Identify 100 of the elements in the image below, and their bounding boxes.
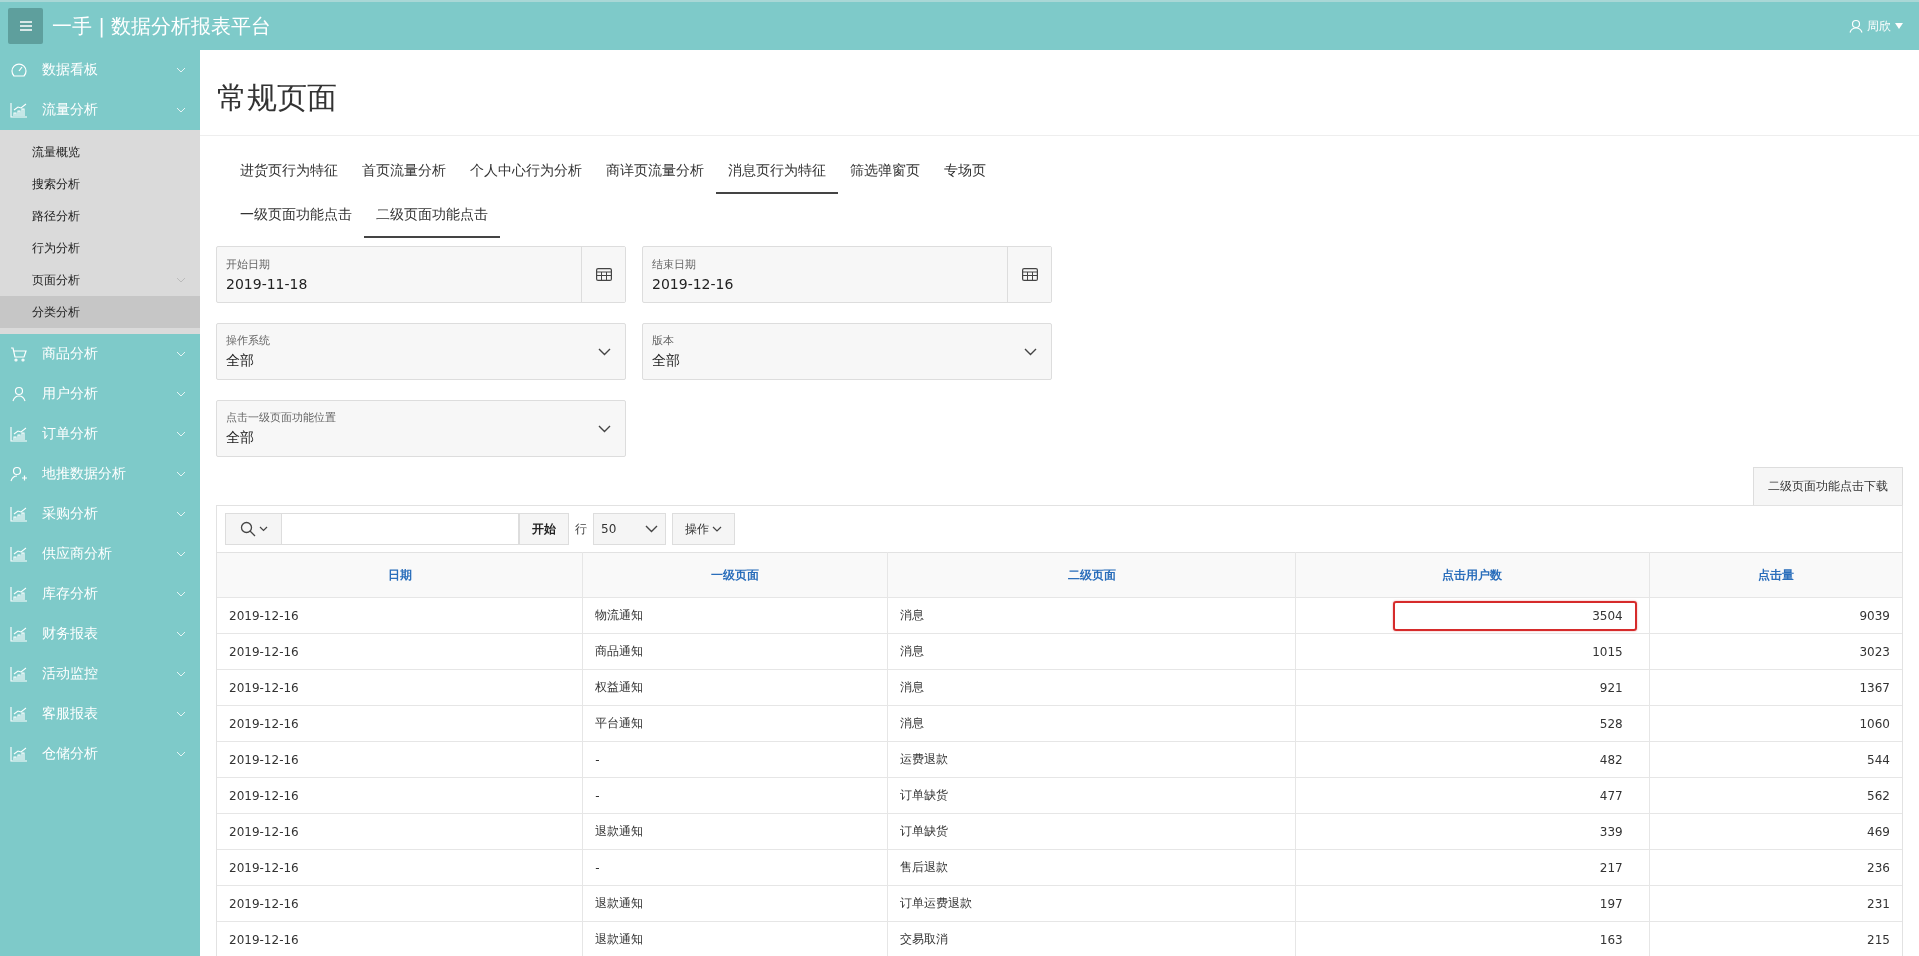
submenu-item[interactable]: 行为分析	[0, 232, 200, 264]
chevron-icon	[176, 107, 186, 113]
select-field[interactable]: 点击一级页面功能位置 全部	[216, 400, 626, 457]
table-cell: 2019-12-16	[217, 705, 583, 742]
tab[interactable]: 商详页流量分析	[594, 150, 716, 194]
chevron-icon	[712, 526, 722, 532]
user-icon	[10, 386, 28, 402]
add-user-icon	[10, 466, 28, 482]
table-cell: 2019-12-16	[217, 633, 583, 670]
table-cell: 订单缺货	[887, 777, 1296, 814]
chevron-icon	[598, 424, 611, 433]
rows-per-page-select[interactable]: 50	[593, 513, 666, 545]
table-cell: 订单运费退款	[887, 885, 1296, 922]
submenu-item[interactable]: 流量概览	[0, 136, 200, 168]
table-cell-text: 217	[1598, 859, 1624, 877]
chevron-icon	[1024, 347, 1037, 356]
table-cell-text: 528	[1598, 715, 1624, 733]
table-cell-text: 197	[1598, 895, 1624, 913]
rows-label: 行	[575, 520, 587, 538]
table-cell: 2019-12-16	[217, 741, 583, 778]
bar-chart-icon	[10, 626, 28, 642]
bar-chart-icon	[10, 546, 28, 562]
calendar-icon	[1021, 268, 1038, 281]
table-cell: 运费退款	[887, 741, 1296, 778]
tab[interactable]: 进货页行为特征	[228, 150, 350, 194]
table-cell: -	[582, 849, 888, 886]
table-cell: 退款通知	[582, 885, 888, 922]
tab[interactable]: 首页流量分析	[350, 150, 458, 194]
tab[interactable]: 个人中心行为分析	[458, 150, 594, 194]
search-icon	[239, 521, 256, 537]
column-header[interactable]: 二级页面	[887, 552, 1296, 598]
chevron-icon	[176, 551, 186, 557]
gauge-icon	[10, 62, 28, 78]
menu-icon	[19, 21, 32, 31]
select-field[interactable]: 版本 全部	[642, 323, 1052, 380]
chevron-icon	[176, 351, 186, 357]
table-cell: 2019-12-16	[217, 669, 583, 706]
tab[interactable]: 二级页面功能点击	[364, 194, 500, 238]
table-cell: 权益通知	[582, 669, 888, 706]
table-cell-text: 163	[1598, 931, 1624, 949]
table-cell-text: 1015	[1591, 643, 1624, 661]
caret-icon	[1895, 23, 1903, 29]
table-cell: 物流通知	[582, 597, 888, 634]
chevron-icon	[176, 67, 186, 73]
chevron-icon	[176, 591, 186, 597]
date-field[interactable]: 结束日期 2019-12-16	[642, 246, 1052, 303]
table-cell: 商品通知	[582, 633, 888, 670]
submenu-item[interactable]: 分类分析	[0, 296, 200, 328]
table-cell-text: 339	[1598, 823, 1624, 841]
download-button[interactable]: 二级页面功能点击下载	[1753, 467, 1903, 505]
table-cell: 2019-12-16	[217, 885, 583, 922]
tab[interactable]: 一级页面功能点击	[228, 194, 364, 238]
submenu-item[interactable]: 路径分析	[0, 200, 200, 232]
table-cell: 消息	[887, 705, 1296, 742]
chevron-icon	[176, 511, 186, 517]
column-header[interactable]: 日期	[217, 552, 583, 598]
chevron-icon	[176, 431, 186, 437]
table-cell: -	[582, 777, 888, 814]
calendar-icon	[595, 268, 612, 281]
bar-chart-icon	[10, 102, 28, 118]
calendar-button[interactable]	[581, 247, 625, 302]
tab[interactable]: 专场页	[932, 150, 998, 194]
table-cell: 平台通知	[582, 705, 888, 742]
cart-icon	[10, 346, 28, 362]
bar-chart-icon	[10, 666, 28, 682]
app-title: 一手 | 数据分析报表平台	[52, 12, 272, 40]
search-field[interactable]	[225, 513, 519, 545]
search-options-button[interactable]	[226, 514, 282, 544]
column-header[interactable]: 一级页面	[582, 552, 888, 598]
chevron-icon	[176, 751, 186, 757]
column-header[interactable]: 点击量	[1649, 552, 1902, 598]
tab[interactable]: 消息页行为特征	[716, 150, 838, 194]
chevron-icon	[645, 525, 658, 533]
table-cell-text: 482	[1598, 751, 1624, 769]
table-cell: 2019-12-16	[217, 813, 583, 850]
calendar-button[interactable]	[1007, 247, 1051, 302]
actions-menu-button[interactable]: 操作	[672, 513, 735, 545]
chevron-icon	[176, 631, 186, 637]
submenu-item[interactable]: 页面分析	[0, 264, 200, 296]
chevron-icon	[176, 471, 186, 477]
table-cell: -	[582, 741, 888, 778]
chevron-icon	[598, 347, 611, 356]
table-cell: 消息	[887, 633, 1296, 670]
table-cell: 售后退款	[887, 849, 1296, 886]
date-field[interactable]: 开始日期 2019-11-18	[216, 246, 626, 303]
submenu-item[interactable]: 搜索分析	[0, 168, 200, 200]
chevron-icon	[258, 526, 268, 532]
tab[interactable]: 筛选弹窗页	[838, 150, 932, 194]
table-cell-text: 477	[1598, 787, 1624, 805]
table-cell-text: 921	[1598, 679, 1624, 697]
go-button[interactable]: 开始	[519, 513, 569, 545]
table-cell: 2019-12-16	[217, 849, 583, 886]
table-cell: 退款通知	[582, 813, 888, 850]
table-cell: 2019-12-16	[217, 777, 583, 814]
table-cell: 订单缺货	[887, 813, 1296, 850]
column-header[interactable]: 点击用户数	[1295, 552, 1650, 598]
table-cell: 3504	[1392, 600, 1637, 631]
table-cell: 2019-12-16	[217, 597, 583, 634]
select-field[interactable]: 操作系统 全部	[216, 323, 626, 380]
bar-chart-icon	[10, 586, 28, 602]
